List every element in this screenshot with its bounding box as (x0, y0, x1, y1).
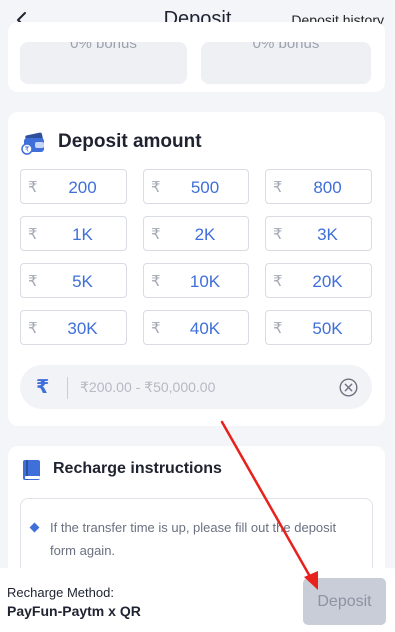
deposit-button[interactable]: Deposit (303, 578, 386, 625)
deposit-amount-title: Deposit amount (58, 131, 202, 152)
recharge-method-label: Recharge Method: (7, 585, 114, 600)
amount-option-50k[interactable]: ₹50K (265, 310, 372, 345)
amount-value: 10K (189, 272, 221, 291)
bonus-option[interactable]: 0% bonus (201, 42, 371, 84)
amount-value: 3K (317, 225, 338, 244)
rupee-symbol: ₹ (151, 320, 161, 337)
deposit-amount-card: ₹ Deposit amount ₹200 ₹500 ₹800 ₹1K ₹2K … (8, 112, 385, 426)
svg-text:₹: ₹ (25, 146, 30, 154)
amount-option-20k[interactable]: ₹20K (265, 263, 372, 298)
clear-icon[interactable] (339, 378, 358, 397)
amount-input-row: ₹ (20, 365, 372, 409)
amount-value: 5K (72, 272, 93, 291)
rupee-symbol: ₹ (151, 179, 161, 196)
recharge-method-value: PayFun-Paytm x QR (7, 603, 141, 619)
amount-value: 50K (312, 319, 343, 338)
amount-option-3k[interactable]: ₹3K (265, 216, 372, 251)
amount-value: 2K (194, 225, 216, 244)
bonus-label: 0% bonus (70, 42, 137, 52)
instruction-item: If the transfer time is up, please fill … (50, 520, 337, 558)
amount-value: 1K (72, 225, 93, 244)
amount-value: 800 (313, 178, 342, 197)
amount-options-grid: ₹200 ₹500 ₹800 ₹1K ₹2K ₹3K ₹5K ₹10K ₹20K… (20, 169, 372, 345)
amount-value: 20K (312, 272, 343, 291)
rupee-symbol: ₹ (273, 179, 283, 196)
diamond-bullet-icon (29, 522, 40, 533)
amount-option-200[interactable]: ₹200 (20, 169, 127, 204)
rupee-symbol: ₹ (273, 320, 283, 337)
bonus-card: 0% bonus 0% bonus (8, 22, 385, 92)
amount-option-1k[interactable]: ₹1K (20, 216, 127, 251)
instructions-title: Recharge instructions (53, 460, 222, 477)
bonus-option[interactable]: 0% bonus (20, 42, 187, 84)
amount-input[interactable] (80, 375, 330, 399)
amount-option-500[interactable]: ₹500 (143, 169, 249, 204)
divider (67, 377, 68, 399)
rupee-symbol: ₹ (28, 320, 38, 337)
rupee-icon: ₹ (36, 377, 50, 398)
wallet-icon: ₹ (21, 132, 44, 155)
amount-option-30k[interactable]: ₹30K (20, 310, 127, 345)
amount-value: 500 (190, 178, 220, 197)
amount-value: 200 (68, 178, 97, 197)
rupee-symbol: ₹ (28, 179, 38, 196)
bottom-action-bar: Recharge Method: PayFun-Paytm x QR Depos… (0, 568, 395, 632)
recharge-instructions-card: Recharge instructions If the transfer ti… (8, 446, 385, 586)
bonus-label: 0% bonus (252, 42, 320, 52)
amount-option-5k[interactable]: ₹5K (20, 263, 127, 298)
rupee-symbol: ₹ (273, 273, 283, 290)
amount-value: 30K (67, 319, 98, 338)
amount-value: 40K (189, 319, 221, 338)
rupee-symbol: ₹ (28, 273, 38, 290)
amount-option-10k[interactable]: ₹10K (143, 263, 249, 298)
rupee-symbol: ₹ (273, 226, 283, 243)
amount-option-2k[interactable]: ₹2K (143, 216, 249, 251)
rupee-symbol: ₹ (151, 273, 161, 290)
rupee-symbol: ₹ (151, 226, 161, 243)
amount-option-800[interactable]: ₹800 (265, 169, 372, 204)
rupee-symbol: ₹ (28, 226, 38, 243)
amount-option-40k[interactable]: ₹40K (143, 310, 249, 345)
book-icon (23, 460, 40, 480)
